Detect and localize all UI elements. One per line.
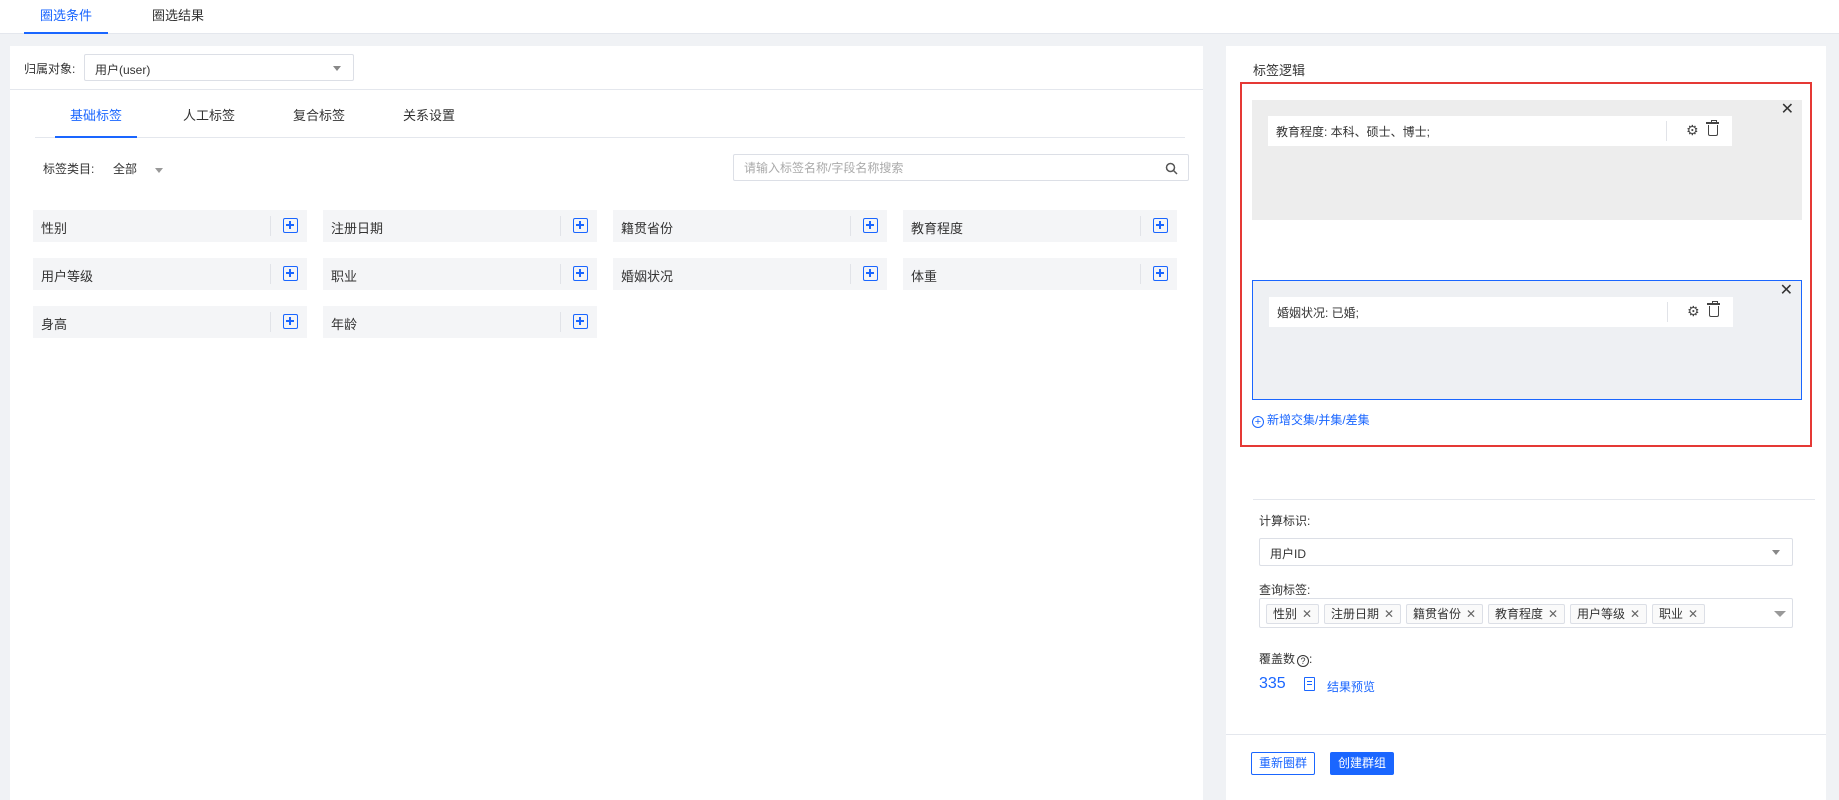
- divider: [1253, 499, 1815, 500]
- add-tag-icon[interactable]: [863, 266, 878, 281]
- gear-icon[interactable]: ⚙: [1686, 123, 1699, 137]
- tag-name: 体重: [911, 269, 938, 284]
- close-icon[interactable]: ✕: [1688, 607, 1698, 621]
- add-tag-icon[interactable]: [573, 314, 588, 329]
- tag-item: 身高: [33, 306, 307, 338]
- category-select[interactable]: 全部: [113, 160, 137, 177]
- tag-item: 教育程度: [903, 210, 1177, 242]
- tag-search-input[interactable]: [744, 159, 1144, 177]
- query-tag-chip: 籍贯省份 ✕: [1406, 604, 1484, 624]
- condition-text: 教育程度: 本科、硕士、博士;: [1276, 125, 1431, 139]
- tab-basic-tags[interactable]: 基础标签: [55, 104, 138, 138]
- help-icon[interactable]: ?: [1297, 655, 1310, 667]
- condition-row: 教育程度: 本科、硕士、博士; ⚙: [1268, 116, 1732, 146]
- tag-logic-panel: 标签逻辑 ✕ 教育程度: 本科、硕士、博士; ⚙ 交集 并集 差集 ✕: [1226, 46, 1826, 800]
- coverage-count: 335: [1259, 675, 1286, 692]
- add-tag-icon[interactable]: [573, 218, 588, 233]
- owner-select[interactable]: 用户(user): [84, 54, 354, 81]
- add-tag-icon[interactable]: [283, 218, 298, 233]
- chevron-down-icon[interactable]: [1774, 611, 1786, 617]
- tag-item: 性别: [33, 210, 307, 242]
- close-icon[interactable]: ✕: [1466, 607, 1476, 621]
- tag-item: 婚姻状况: [613, 258, 887, 290]
- owner-label: 归属对象:: [24, 62, 76, 76]
- tag-name: 教育程度: [911, 221, 964, 236]
- tag-name: 职业: [331, 269, 358, 284]
- trash-icon[interactable]: [1707, 301, 1720, 317]
- tag-item: 年龄: [323, 306, 597, 338]
- tab-manual-tags[interactable]: 人工标签: [168, 104, 250, 138]
- add-tag-icon[interactable]: [573, 266, 588, 281]
- tag-selection-panel: 归属对象: 用户(user) 基础标签 人工标签 复合标签 关系设置 标签类目:…: [10, 46, 1203, 800]
- query-tags-select[interactable]: 性别 ✕ 注册日期 ✕ 籍贯省份 ✕ 教育程度 ✕ 用户等级 ✕ 职业 ✕: [1259, 598, 1793, 628]
- coverage-label: 覆盖数?:: [1259, 652, 1313, 667]
- logic-highlight-box: ✕ 教育程度: 本科、硕士、博士; ⚙ 交集 并集 差集 ✕ 婚姻状况: 已婚;: [1240, 82, 1812, 447]
- add-tag-icon[interactable]: [283, 266, 298, 281]
- tag-item: 体重: [903, 258, 1177, 290]
- chevron-down-icon: [333, 66, 341, 71]
- tag-item: 籍贯省份: [613, 210, 887, 242]
- tab-filter-results[interactable]: 圈选结果: [136, 0, 220, 34]
- category-label: 标签类目:: [43, 162, 95, 176]
- add-tag-icon[interactable]: [863, 218, 878, 233]
- add-set-operation-link[interactable]: + 新增交集/并集/差集: [1252, 411, 1370, 428]
- tag-item: 职业: [323, 258, 597, 290]
- add-tag-icon[interactable]: [283, 314, 298, 329]
- top-tab-bar: 圈选条件 圈选结果: [0, 0, 1839, 34]
- tag-name: 婚姻状况: [621, 269, 674, 284]
- close-icon[interactable]: ✕: [1781, 102, 1794, 118]
- close-icon[interactable]: ✕: [1780, 283, 1793, 299]
- logic-title: 标签逻辑: [1253, 63, 1306, 78]
- tag-name: 籍贯省份: [621, 221, 674, 236]
- query-tag-chip: 教育程度 ✕: [1488, 604, 1566, 624]
- create-group-button[interactable]: 创建群组: [1330, 752, 1394, 775]
- tag-name: 性别: [41, 221, 68, 236]
- tag-item: 注册日期: [323, 210, 597, 242]
- chevron-down-icon: [1772, 550, 1780, 555]
- tab-filter-conditions[interactable]: 圈选条件: [24, 0, 109, 34]
- tag-search: [733, 154, 1189, 181]
- tag-name: 身高: [41, 317, 68, 332]
- close-icon[interactable]: ✕: [1548, 607, 1558, 621]
- result-preview-link[interactable]: 结果预览: [1327, 678, 1375, 695]
- tag-name: 年龄: [331, 317, 358, 332]
- query-tag-chip: 注册日期 ✕: [1324, 604, 1402, 624]
- tag-type-tabs: 基础标签 人工标签 复合标签 关系设置: [35, 104, 1185, 138]
- owner-select-value: 用户(user): [95, 63, 151, 77]
- query-tag-chip: 职业 ✕: [1652, 604, 1706, 624]
- condition-row: 婚姻状况: 已婚; ⚙: [1269, 297, 1733, 327]
- tab-relation-settings[interactable]: 关系设置: [388, 104, 470, 138]
- calc-id-select[interactable]: 用户ID: [1259, 538, 1793, 566]
- trash-icon[interactable]: [1706, 120, 1719, 136]
- plus-circle-icon: +: [1252, 416, 1264, 428]
- tag-name: 注册日期: [331, 221, 384, 236]
- search-icon[interactable]: [1165, 162, 1178, 175]
- tag-name: 用户等级: [41, 269, 94, 284]
- query-tags-label: 查询标签:: [1259, 583, 1311, 597]
- close-icon[interactable]: ✕: [1384, 607, 1394, 621]
- logic-group: ✕ 婚姻状况: 已婚; ⚙: [1252, 280, 1802, 400]
- owner-row: 归属对象: 用户(user): [10, 46, 1203, 90]
- add-tag-icon[interactable]: [1153, 218, 1168, 233]
- condition-text: 婚姻状况: 已婚;: [1277, 306, 1360, 320]
- close-icon[interactable]: ✕: [1630, 607, 1640, 621]
- gear-icon[interactable]: ⚙: [1687, 304, 1700, 318]
- divider: [1226, 734, 1826, 735]
- calc-id-label: 计算标识:: [1259, 514, 1311, 528]
- add-tag-icon[interactable]: [1153, 266, 1168, 281]
- close-icon[interactable]: ✕: [1302, 607, 1312, 621]
- query-tag-chip: 性别 ✕: [1266, 604, 1320, 624]
- chevron-down-icon[interactable]: [155, 168, 163, 173]
- tag-item: 用户等级: [33, 258, 307, 290]
- query-tag-chip: 用户等级 ✕: [1570, 604, 1648, 624]
- regroup-button[interactable]: 重新圈群: [1251, 752, 1315, 775]
- calc-id-value: 用户ID: [1270, 547, 1307, 561]
- logic-group: ✕ 教育程度: 本科、硕士、博士; ⚙: [1252, 100, 1802, 220]
- document-icon[interactable]: [1304, 677, 1315, 691]
- tab-composite-tags[interactable]: 复合标签: [278, 104, 360, 138]
